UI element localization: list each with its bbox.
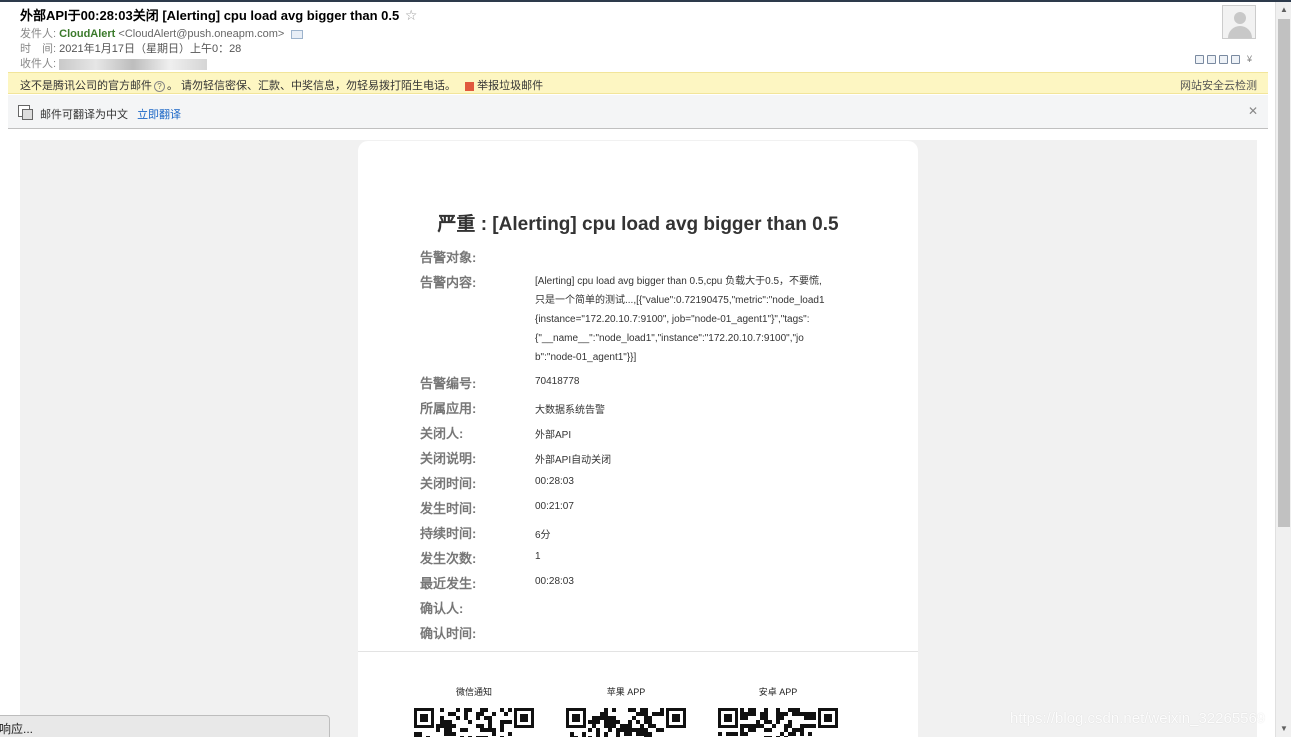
- wechat-qr-code: [414, 708, 534, 737]
- close-time-label: 关闭时间:: [420, 476, 477, 491]
- card-divider: [358, 651, 918, 652]
- time-label: 时 间:: [20, 43, 57, 55]
- recipient-redacted: [59, 58, 208, 70]
- translate-icon: [18, 105, 33, 120]
- to-label: 收件人:: [20, 58, 57, 70]
- content-line: {"__name__":"node_load1","instance":"172…: [535, 333, 804, 344]
- alert-id-label: 告警编号:: [420, 376, 477, 391]
- warning-text: 这不是腾讯公司的官方邮件?。 请勿轻信密保、汇款、中奖信息，勿轻易拨打陌生电话。…: [20, 77, 543, 93]
- sender-name[interactable]: CloudAlert: [59, 28, 115, 40]
- email-viewport: 外部API于00:28:03关闭 [Alerting] cpu load avg…: [0, 0, 1291, 737]
- vertical-scrollbar[interactable]: ▲ ▼: [1275, 2, 1291, 737]
- watermark: https://blog.csdn.net/weixin_32265569: [1010, 710, 1266, 727]
- security-check-link[interactable]: 网站安全云检测: [1180, 77, 1257, 93]
- chevron-down-icon[interactable]: ¥: [1247, 54, 1252, 64]
- time-row: 时 间: 2021年1月17日（星期日）上午0：28: [20, 40, 241, 56]
- warning-main: 这不是腾讯公司的官方邮件: [20, 80, 152, 92]
- security-warning-bar: 这不是腾讯公司的官方邮件?。 请勿轻信密保、汇款、中奖信息，勿轻易拨打陌生电话。…: [8, 72, 1268, 94]
- close-note-value: 外部API自动关闭: [535, 455, 612, 466]
- alert-card: 严重 : [Alerting] cpu load avg bigger than…: [358, 141, 918, 737]
- contact-card-icon[interactable]: [291, 29, 304, 39]
- closer-label: 关闭人:: [420, 426, 464, 441]
- wechat-qr-label: 微信通知: [455, 687, 492, 697]
- occur-time-value: 00:21:07: [535, 501, 574, 512]
- confirm-time-label: 确认时间:: [420, 626, 477, 641]
- star-outline-icon[interactable]: ☆: [405, 7, 418, 23]
- content-line: b":"node-01_agent1"}}]: [535, 352, 637, 363]
- translate-text: 邮件可翻译为中文 立即翻译: [40, 106, 181, 122]
- apple-qr-label: 苹果 APP: [606, 687, 646, 697]
- count-label: 发生次数:: [420, 551, 477, 566]
- report-spam-label: 举报垃圾邮件: [477, 80, 544, 92]
- close-icon[interactable]: ✕: [1248, 104, 1258, 118]
- alert-id-value: 70418778: [535, 376, 580, 387]
- report-flag-icon: [465, 81, 475, 91]
- target-label: 告警对象:: [420, 250, 477, 265]
- content-line: 只是一个简单的测试...,[{"value":0.72190475,"metri…: [535, 295, 825, 306]
- translate-now-link[interactable]: 立即翻译: [137, 109, 181, 121]
- alert-title: 严重 : [Alerting] cpu load avg bigger than…: [437, 214, 839, 235]
- scrollbar-thumb[interactable]: [1278, 19, 1290, 527]
- mail-toolbar-icons: ¥: [1195, 54, 1252, 64]
- from-label: 发件人:: [20, 28, 57, 40]
- mail-header: 外部API于00:28:03关闭 [Alerting] cpu load avg…: [0, 2, 1275, 72]
- help-icon[interactable]: ?: [154, 80, 165, 92]
- app-label: 所属应用:: [420, 401, 477, 416]
- time-value: 2021年1月17日（星期日）上午0：28: [59, 43, 242, 55]
- recent-value: 00:28:03: [535, 576, 574, 587]
- sender-row: 发件人: CloudAlert <CloudAlert@push.oneapm.…: [20, 25, 304, 41]
- report-spam-link[interactable]: 举报垃圾邮件: [465, 80, 543, 92]
- duration-label: 持续时间:: [420, 526, 477, 541]
- content-line: {instance="172.20.10.7:9100", job="node-…: [535, 314, 810, 325]
- app-value: 大数据系统告警: [535, 405, 605, 416]
- content-label: 告警内容:: [420, 275, 477, 290]
- recent-label: 最近发生:: [420, 576, 477, 591]
- content-line: [Alerting] cpu load avg bigger than 0.5,…: [535, 276, 822, 287]
- status-bar: 响应...: [0, 715, 330, 737]
- recipient-row: 收件人:: [20, 55, 208, 71]
- duration-value: 6分: [535, 530, 551, 541]
- alert-content: [Alerting] cpu load avg bigger than 0.5,…: [535, 272, 865, 367]
- close-note-label: 关闭说明:: [420, 451, 477, 466]
- apple-qr-code: [566, 708, 686, 737]
- avatar[interactable]: [1222, 5, 1256, 39]
- window-icon[interactable]: [1195, 54, 1204, 64]
- occur-time-label: 发生时间:: [420, 501, 477, 516]
- android-qr-code: [718, 708, 838, 737]
- android-qr-label: 安卓 APP: [758, 687, 798, 697]
- copy-icon[interactable]: [1207, 54, 1216, 64]
- sender-address: <CloudAlert@push.oneapm.com>: [118, 28, 285, 40]
- mail-subject: 外部API于00:28:03关闭 [Alerting] cpu load avg…: [20, 5, 417, 24]
- close-time-value: 00:28:03: [535, 476, 574, 487]
- subject-text: 外部API于00:28:03关闭 [Alerting] cpu load avg…: [20, 8, 400, 23]
- count-value: 1: [535, 551, 541, 562]
- folder-icon[interactable]: [1219, 54, 1228, 64]
- scroll-up-icon[interactable]: ▲: [1276, 2, 1291, 18]
- translate-label: 邮件可翻译为中文: [40, 109, 128, 121]
- translate-bar: 邮件可翻译为中文 立即翻译 ✕: [8, 95, 1268, 129]
- scroll-down-icon[interactable]: ▼: [1276, 721, 1291, 737]
- warning-detail: 。 请勿轻信密保、汇款、中奖信息，勿轻易拨打陌生电话。: [167, 80, 457, 92]
- confirmer-label: 确认人:: [420, 601, 464, 616]
- print-icon[interactable]: [1231, 54, 1240, 64]
- closer-value: 外部API: [535, 430, 572, 441]
